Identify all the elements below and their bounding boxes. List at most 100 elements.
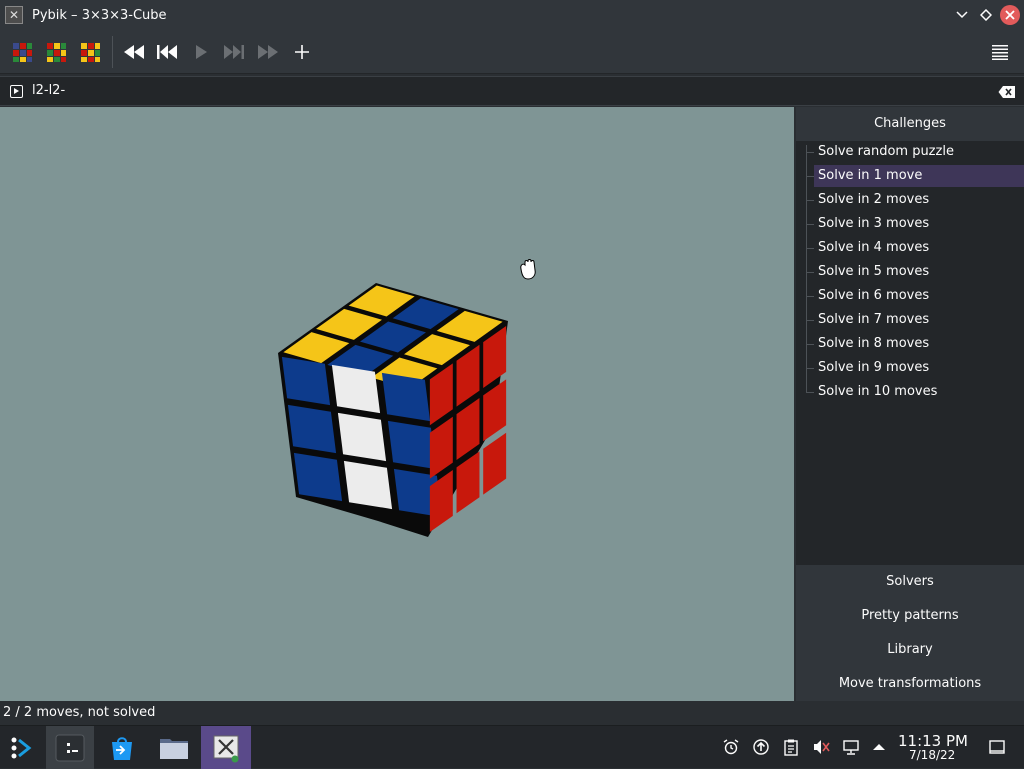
toolbar-separator: [112, 36, 113, 68]
new-solved-button[interactable]: [42, 38, 70, 66]
tree-tick: [806, 392, 814, 393]
app-launcher-button[interactable]: [4, 726, 40, 769]
challenge-label: Solve in 7 moves: [818, 312, 930, 327]
previous-button[interactable]: [153, 38, 181, 66]
challenge-item[interactable]: Solve in 4 moves: [806, 237, 1024, 259]
grab-hand-cursor-icon: [520, 259, 536, 280]
play-icon: [196, 45, 207, 59]
challenge-label: Solve in 5 moves: [818, 264, 930, 279]
cube-viewport[interactable]: [0, 107, 794, 701]
challenges-header[interactable]: Challenges: [796, 107, 1024, 141]
rewind-icon: [124, 45, 144, 59]
backspace-clear-icon: [998, 86, 1015, 98]
challenge-item[interactable]: Solve in 10 moves: [806, 381, 1024, 403]
task-terminal[interactable]: [46, 726, 94, 769]
challenge-item[interactable]: Solve in 9 moves: [806, 357, 1024, 379]
front-face-sticker[interactable]: [387, 420, 437, 470]
maximize-button[interactable]: [976, 5, 996, 25]
minimize-button[interactable]: [952, 5, 972, 25]
terminal-icon: [55, 734, 85, 761]
task-file-manager[interactable]: [152, 726, 196, 769]
challenge-item[interactable]: Solve in 7 moves: [806, 309, 1024, 331]
skip-forward-icon: [224, 45, 244, 59]
front-face-sticker[interactable]: [287, 404, 337, 454]
tree-tick: [806, 200, 814, 201]
tree-tick: [806, 152, 814, 153]
skip-back-icon: [157, 45, 177, 59]
clipboard-icon[interactable]: [782, 738, 800, 756]
tree-tick: [806, 248, 814, 249]
show-desktop-icon[interactable]: [988, 738, 1006, 756]
edit-play-icon[interactable]: [10, 85, 23, 98]
sidebar: Challenges Solve random puzzle Solve in 1…: [796, 107, 1024, 701]
tree-tick: [806, 176, 814, 177]
clock-date[interactable]: 7/18/22: [909, 748, 955, 762]
right-face-sticker[interactable]: [483, 432, 507, 495]
toolbar: [0, 30, 1024, 74]
fast-forward-icon: [258, 45, 278, 59]
front-face-sticker[interactable]: [331, 364, 381, 414]
cube-canvas[interactable]: [0, 107, 794, 701]
task-store[interactable]: [100, 726, 144, 769]
tray-expand-icon[interactable]: [870, 738, 888, 756]
solvers-header[interactable]: Solvers: [796, 565, 1024, 599]
plus-icon: [295, 45, 309, 59]
challenge-label: Solve in 1 move: [818, 168, 923, 183]
menu-button[interactable]: [986, 38, 1014, 66]
challenge-label: Solve in 8 moves: [818, 336, 930, 351]
library-header[interactable]: Library: [796, 633, 1024, 667]
status-bar: 2 / 2 moves, not solved: [0, 701, 1024, 725]
rewind-button[interactable]: [120, 38, 148, 66]
pybik-x-icon[interactable]: ✕: [5, 6, 23, 24]
forward-button[interactable]: [254, 38, 282, 66]
challenge-item[interactable]: Solve in 6 moves: [806, 285, 1024, 307]
add-mark-button[interactable]: [288, 38, 316, 66]
close-button[interactable]: [1000, 5, 1020, 25]
move-transformations-header[interactable]: Move transformations: [796, 667, 1024, 701]
front-face-sticker[interactable]: [343, 460, 393, 510]
muted-speaker-icon[interactable]: [812, 738, 830, 756]
challenges-list: Solve random puzzle Solve in 1 move Solve …: [796, 141, 1024, 565]
tree-branch-line: [806, 145, 807, 393]
store-icon: [112, 736, 132, 760]
move-entry-input[interactable]: l2-l2-: [32, 83, 65, 98]
front-face-sticker[interactable]: [337, 412, 387, 462]
pretty-patterns-header[interactable]: Pretty patterns: [796, 599, 1024, 633]
task-pybik[interactable]: [201, 726, 251, 769]
tree-tick: [806, 320, 814, 321]
alarm-icon[interactable]: [722, 738, 740, 756]
play-button[interactable]: [187, 38, 215, 66]
tree-tick: [806, 344, 814, 345]
challenge-label: Solve in 4 moves: [818, 240, 930, 255]
challenge-item[interactable]: Solve in 5 moves: [806, 261, 1024, 283]
update-icon[interactable]: [752, 738, 770, 756]
new-random-button[interactable]: [8, 38, 36, 66]
challenge-item[interactable]: Solve in 8 moves: [806, 333, 1024, 355]
app-launcher-icon: [11, 737, 32, 758]
file-manager-icon: [160, 738, 188, 759]
cube-new-solved-icon: [47, 43, 66, 62]
challenge-label: Solve in 2 moves: [818, 192, 930, 207]
cube-select-icon: [81, 43, 100, 62]
challenge-label: Solve random puzzle: [818, 144, 954, 159]
window-title: Pybik – 3×3×3-Cube: [32, 7, 167, 23]
cube-select-button[interactable]: [76, 38, 104, 66]
challenge-item[interactable]: Solve in 1 move: [806, 165, 1024, 187]
front-face-sticker[interactable]: [281, 356, 331, 406]
challenge-label: Solve in 3 moves: [818, 216, 930, 231]
front-face-sticker[interactable]: [381, 372, 431, 422]
challenge-item[interactable]: Solve in 2 moves: [806, 189, 1024, 211]
hamburger-menu-icon: [992, 45, 1008, 60]
clear-input-button[interactable]: [998, 84, 1016, 98]
front-face-sticker[interactable]: [293, 452, 343, 502]
challenge-item[interactable]: Solve in 3 moves: [806, 213, 1024, 235]
challenge-item[interactable]: Solve random puzzle: [806, 141, 1024, 163]
taskbar: 11:13 PM 7/18/22: [0, 725, 1024, 769]
next-button[interactable]: [220, 38, 248, 66]
network-icon[interactable]: [842, 738, 860, 756]
title-bar: ✕ Pybik – 3×3×3-Cube: [0, 0, 1024, 30]
rubiks-cube[interactable]: [278, 283, 508, 537]
chevron-down-icon: [956, 11, 968, 19]
move-entry-bar: l2-l2-: [0, 76, 1024, 106]
challenge-label: Solve in 9 moves: [818, 360, 930, 375]
